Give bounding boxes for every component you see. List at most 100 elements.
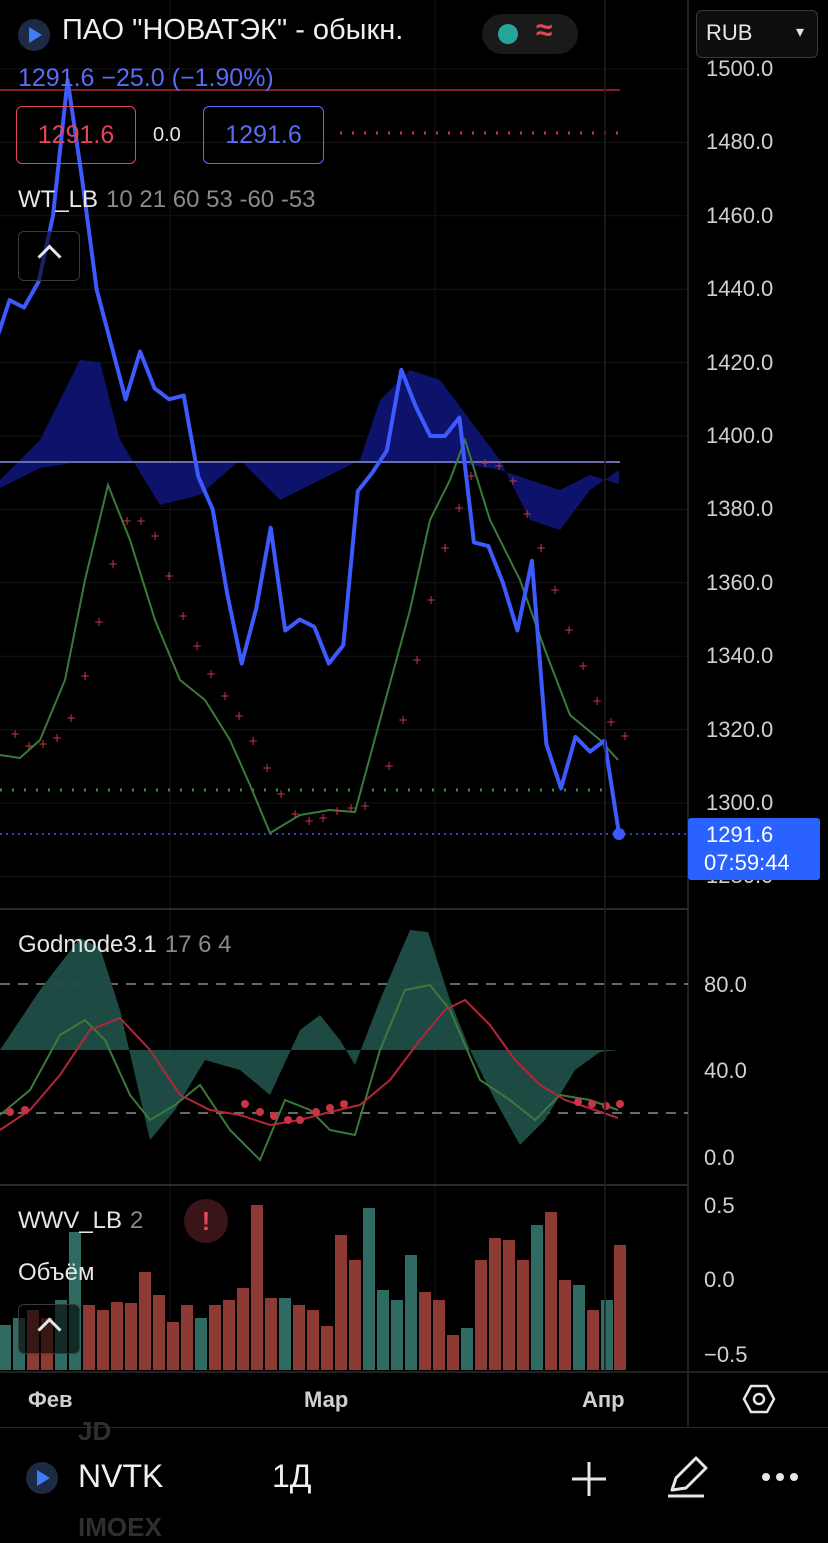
symbol-title[interactable]: ПАО "НОВАТЭК" - обыкн. [62,14,403,47]
buy-button[interactable]: 1291.6 [203,106,324,164]
price-axis-label: 1400.0 [706,423,774,448]
wt-red-marker: + [620,729,630,743]
wwv-axis-bottom: −0.5 [704,1342,748,1367]
wwv-name: WWV_LB [18,1207,123,1234]
wt-red-marker: + [290,807,300,821]
wwv-bar [377,1290,389,1370]
wwv-bar [517,1260,529,1370]
price-axis-label: 1480.0 [706,129,774,155]
wwv-bar [573,1285,585,1370]
wt-red-marker: + [276,787,286,801]
wwv-bar [195,1318,207,1370]
wwv-bar [614,1245,626,1370]
last-price-tag: 1291.6 07:59:44 [688,818,820,880]
wwv-bar [335,1235,347,1370]
more-options-icon[interactable] [760,1470,800,1484]
godmode-red-dot [312,1108,320,1116]
chart-canvas[interactable]: + + + + + + + + + + + + + + + + + + + + + + + + + + + + + + + + + + + + + + + +… [0,0,828,1530]
wwv-bar [181,1305,193,1370]
sell-button[interactable]: 1291.6 [16,106,136,164]
wt-red-marker: + [24,739,34,753]
wt-red-marker: + [262,761,272,775]
symbol-search-button[interactable]: NVTK [78,1458,163,1495]
wt-red-marker: + [454,501,464,515]
wt-red-marker: + [480,456,490,470]
wt-cloud-area [0,360,619,530]
wt-red-marker: + [108,557,118,571]
wwv-bar [153,1295,165,1370]
wt-red-marker: + [426,593,436,607]
wwv-bar [559,1280,571,1370]
wwv-bar [587,1310,599,1370]
wt-red-marker: + [304,814,314,828]
ghost-symbol-1: JD [78,1416,112,1446]
wwv-bar [111,1302,123,1370]
volume-legend[interactable]: Объём [18,1259,94,1287]
wt-red-marker: + [578,659,588,673]
wt-red-marker: + [494,459,504,473]
godmode-red-dot [241,1100,249,1108]
price-axis-label: 1340.0 [706,643,774,669]
wwv-bar [419,1292,431,1370]
collapse-lower-legend-button[interactable] [18,1304,80,1354]
time-axis-mar: Мар [304,1387,349,1412]
spread-value: 0.0 [153,124,181,146]
wwv-bar [503,1240,515,1370]
market-open-icon [498,24,518,44]
wt-red-marker: + [136,514,146,528]
godmode-red-dot [270,1112,278,1120]
wwv-axis-top: 0.5 [704,1193,735,1218]
wwv-bar [307,1310,319,1370]
wt-red-marker: + [38,737,48,751]
wwv-bar [391,1300,403,1370]
wt-red-marker: + [122,514,132,528]
chevron-up-icon [36,244,62,269]
wt-indicator-legend[interactable]: WT_LB 10 21 60 53 -60 -53 [18,186,316,214]
wt-red-marker: + [178,609,188,623]
godmode-red-dot [574,1098,582,1106]
wwv-bar [223,1300,235,1370]
wwv-bar [531,1225,543,1370]
wwv-bar [237,1288,249,1370]
wt-red-marker: + [412,653,422,667]
wt-red-marker: + [592,694,602,708]
godmode-axis-80: 80.0 [704,972,747,997]
drawing-pencil-icon[interactable] [664,1454,710,1500]
wwv-axis-mid: 0.0 [704,1267,735,1292]
godmode-legend[interactable]: Godmode3.1 17 6 4 [18,931,232,959]
wt-red-marker: + [384,759,394,773]
plus-icon[interactable] [570,1460,608,1498]
chart-settings-icon[interactable] [742,1382,776,1416]
wwv-bar [545,1212,557,1370]
wwv-bar [97,1310,109,1370]
wwv-bar [0,1325,11,1370]
chevron-up-icon [36,1317,62,1342]
time-axis-apr: Апр [582,1387,625,1412]
price-axis-label: 1300.0 [706,790,774,815]
interval-button[interactable]: 1Д [272,1458,311,1495]
wwv-bar [265,1298,277,1370]
godmode-red-dot [6,1108,14,1116]
wwv-bar [209,1305,221,1370]
wwv-bar [167,1322,179,1370]
wt-indicator-params: 10 21 60 53 -60 -53 [106,186,316,213]
symbol-logo-icon [18,19,50,51]
wt-red-marker: + [220,689,230,703]
wt-red-marker: + [94,615,104,629]
tilde-wave-icon: ≈ [536,14,553,47]
status-pill[interactable] [482,14,578,54]
price-axis-label: 1360.0 [706,569,774,595]
warning-icon[interactable]: ! [184,1199,228,1243]
wt-red-marker: + [80,669,90,683]
wt-red-marker: + [150,529,160,543]
collapse-legend-button[interactable] [18,231,80,281]
wt-red-marker: + [332,804,342,818]
wwv-bar [489,1238,501,1370]
wt-red-marker: + [440,541,450,555]
wwv-bar [279,1298,291,1370]
ghost-symbol-2: IMOEX [78,1512,162,1542]
wwv-legend[interactable]: WWV_LB 2 [18,1207,143,1235]
wwv-bar [321,1326,333,1370]
godmode-params: 17 6 4 [164,931,232,958]
wwv-bar [139,1272,151,1370]
